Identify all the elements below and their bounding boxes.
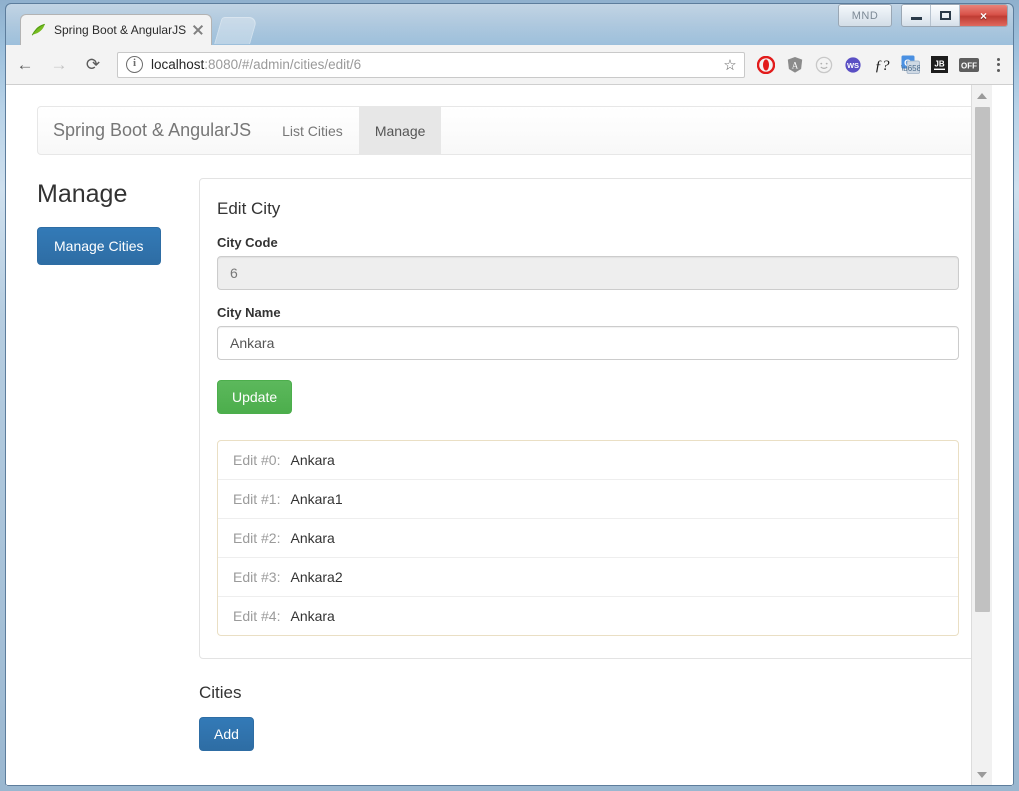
list-item: Edit #0: Ankara	[218, 441, 958, 481]
window-caption-buttons: MND ×	[838, 4, 1008, 27]
city-code-group: City Code	[217, 235, 959, 291]
list-item-key: Edit #3:	[233, 569, 281, 586]
city-code-label: City Code	[217, 235, 278, 251]
svg-text:JB: JB	[934, 60, 944, 69]
list-item-value: Ankara1	[290, 491, 343, 508]
site-info-icon[interactable]: i	[126, 56, 143, 73]
maximize-icon	[939, 11, 951, 20]
nav-item-list-cities[interactable]: List Cities	[266, 107, 359, 154]
scroll-up-arrow-icon[interactable]	[972, 87, 992, 105]
extension-bar: A WS ƒ? G\u6587 JB OFF	[751, 50, 985, 79]
add-city-button[interactable]: Add	[199, 717, 254, 752]
fontface-ninja-icon[interactable]: ƒ?	[867, 50, 896, 79]
url-host: localhost	[151, 57, 205, 72]
forward-button: →	[50, 54, 68, 74]
google-translate-icon[interactable]: G\u6587	[896, 50, 925, 79]
svg-text:ƒ?: ƒ?	[874, 58, 890, 74]
main-column: Edit City City Code City Name Update	[199, 178, 977, 752]
tab-title: Spring Boot & AngularJS	[54, 23, 187, 37]
url-path: :8080/#/admin/cities/edit/6	[204, 57, 362, 72]
url-text: localhost:8080/#/admin/cities/edit/6	[151, 57, 720, 72]
browser-window: MND × Spring Boot & AngularJS ← → ⟳ i lo…	[0, 0, 1019, 791]
cities-title: Cities	[199, 683, 242, 703]
list-item: Edit #1: Ankara1	[218, 480, 958, 520]
scrollbar-thumb[interactable]	[975, 107, 990, 612]
panel-title: Edit City	[217, 199, 281, 218]
angularjs-batarang-icon[interactable]: A	[780, 50, 809, 79]
list-item-key: Edit #0:	[233, 452, 281, 469]
svg-text:A: A	[791, 60, 798, 70]
svg-text:WS: WS	[846, 61, 858, 70]
city-name-label: City Name	[217, 305, 281, 321]
city-code-input	[217, 256, 959, 291]
scroll-down-arrow-icon[interactable]	[972, 766, 992, 784]
city-name-input[interactable]	[217, 326, 959, 361]
list-item-key: Edit #2:	[233, 530, 281, 547]
close-tab-icon[interactable]	[191, 23, 205, 37]
edit-city-panel: Edit City City Code City Name Update	[199, 178, 977, 660]
update-button[interactable]: Update	[217, 380, 293, 415]
page-scrollbar[interactable]	[971, 85, 992, 786]
reload-button[interactable]: ⟳	[78, 50, 108, 80]
manage-cities-button[interactable]: Manage Cities	[37, 226, 161, 265]
list-item-value: Ankara	[290, 608, 335, 625]
list-item-key: Edit #4:	[233, 608, 281, 625]
app-navbar: Spring Boot & AngularJS List Cities Mana…	[37, 106, 977, 155]
page-container: Spring Boot & AngularJS List Cities Mana…	[37, 85, 977, 752]
opera-extension-icon[interactable]	[751, 50, 780, 79]
list-item: Edit #2: Ankara	[218, 519, 958, 559]
minimize-button[interactable]	[902, 5, 931, 26]
spring-leaf-icon	[31, 22, 47, 38]
back-button[interactable]: ←	[10, 50, 40, 80]
city-name-group: City Name	[217, 305, 959, 361]
close-window-button[interactable]: ×	[960, 5, 1007, 26]
minimize-icon	[910, 17, 922, 20]
window-controls-group: ×	[901, 4, 1008, 27]
adblock-off-icon[interactable]: OFF	[954, 50, 983, 79]
svg-text:OFF: OFF	[961, 61, 977, 70]
list-item: Edit #4: Ankara	[218, 597, 958, 635]
chrome-menu-icon[interactable]	[985, 50, 1011, 79]
list-item-value: Ankara2	[290, 569, 343, 586]
svg-text:\u6587: \u6587	[901, 64, 920, 73]
maximize-button[interactable]	[931, 5, 960, 26]
nav-item-manage[interactable]: Manage	[358, 107, 442, 154]
sidebar: Manage Manage Cities	[37, 180, 202, 265]
cities-section: Cities Add	[199, 683, 977, 752]
list-item-value: Ankara	[290, 452, 335, 469]
jetbrains-ide-support-icon[interactable]: JB	[925, 50, 954, 79]
mnd-button[interactable]: MND	[838, 4, 892, 27]
browser-tab[interactable]: Spring Boot & AngularJS	[20, 14, 212, 45]
menu-dot	[996, 68, 1000, 72]
list-item-key: Edit #1:	[233, 491, 281, 508]
web-page: Spring Boot & AngularJS List Cities Mana…	[6, 85, 992, 786]
bookmark-star-icon[interactable]: ☆	[720, 56, 740, 74]
list-item-value: Ankara	[290, 530, 335, 547]
edit-history-list: Edit #0: Ankara Edit #1: Ankara1 Edit #2…	[217, 440, 959, 637]
browser-toolbar: ← → ⟳ i localhost:8080/#/admin/cities/ed…	[6, 45, 1013, 85]
sidebar-title: Manage	[37, 180, 128, 208]
ws-extension-icon[interactable]: WS	[838, 50, 867, 79]
new-tab-button[interactable]	[214, 17, 258, 44]
menu-dot	[996, 57, 1000, 61]
navbar-brand[interactable]: Spring Boot & AngularJS	[38, 107, 266, 154]
menu-dot	[996, 63, 1000, 66]
smiley-extension-icon[interactable]	[809, 50, 838, 79]
list-item: Edit #3: Ankara2	[218, 558, 958, 598]
page-viewport: Spring Boot & AngularJS List Cities Mana…	[6, 85, 1013, 786]
address-bar[interactable]: i localhost:8080/#/admin/cities/edit/6 ☆	[117, 51, 745, 78]
